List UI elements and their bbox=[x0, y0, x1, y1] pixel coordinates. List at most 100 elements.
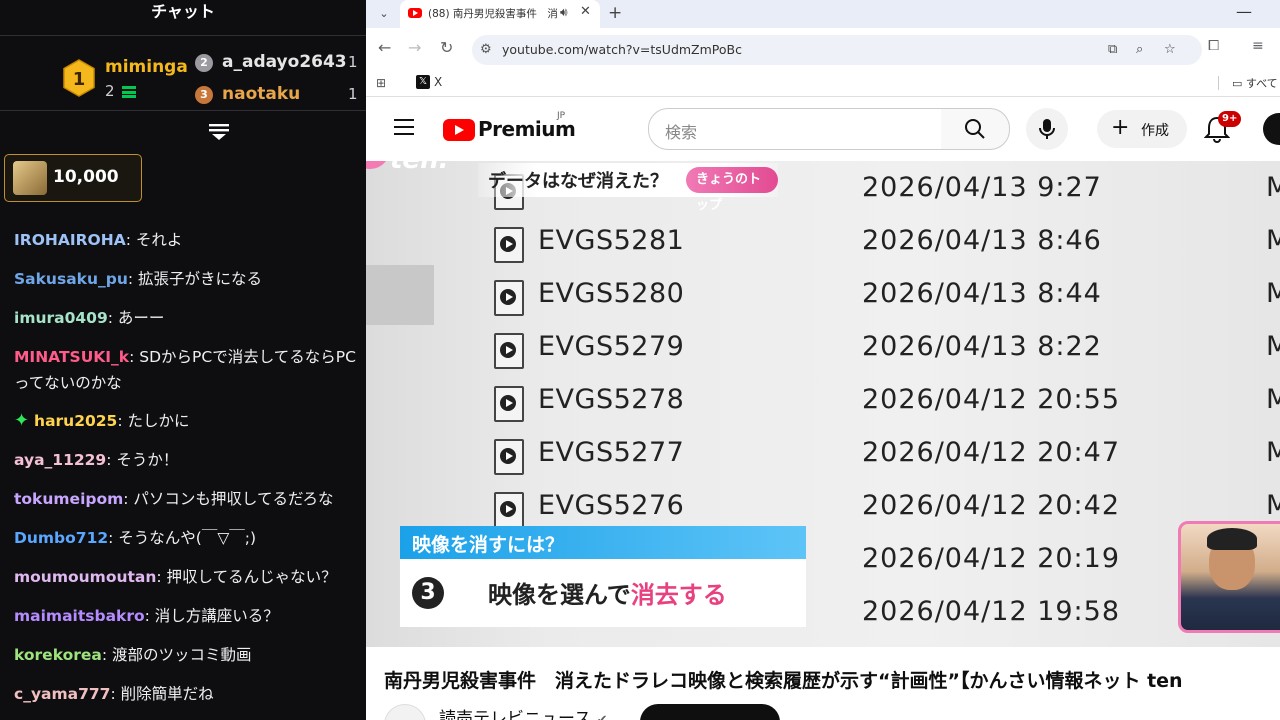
create-button[interactable]: + 作成 bbox=[1097, 110, 1187, 148]
file-date: 2026/04/13 8:44 bbox=[862, 278, 1102, 309]
leaderboard-name-2[interactable]: a_adayo2643 bbox=[222, 52, 347, 72]
chat-username[interactable]: MINATSUKI_k bbox=[14, 348, 129, 366]
reading-list-icon[interactable]: ≡ bbox=[1252, 38, 1264, 54]
tab-strip: ⌄ (88) 南丹男児殺害事件 消 🔊︎ ✕ + — bbox=[366, 0, 1280, 28]
search-button[interactable] bbox=[941, 108, 1010, 150]
chat-username[interactable]: tokumeipom bbox=[14, 490, 123, 508]
zoom-icon[interactable]: ⌕ bbox=[1136, 42, 1143, 57]
video-file-icon bbox=[494, 227, 524, 263]
extensions-icon[interactable]: ⧠ bbox=[1208, 38, 1219, 54]
all-bookmarks[interactable]: ▭ すべて bbox=[1232, 75, 1278, 91]
bookmarks-bar: ⊞ 𝕏 X ▭ すべて bbox=[366, 70, 1280, 97]
apps-grid-icon[interactable]: ⊞ bbox=[376, 76, 386, 90]
file-date: 2026/04/13 8:46 bbox=[862, 225, 1102, 256]
chat-panel: チャット 1 miminga 2 2 a_adayo2643 1 3 naota… bbox=[0, 0, 366, 720]
video-player[interactable]: ten. EVGS5282 2026/04/13 9:27 M データはなぜ消え… bbox=[366, 161, 1280, 647]
x-logo-icon[interactable]: 𝕏 bbox=[416, 75, 430, 89]
chat-text: : SDからPCで消去してるならPC bbox=[129, 348, 356, 366]
leaderboard-name-1[interactable]: miminga bbox=[105, 57, 188, 77]
reload-icon[interactable]: ↻ bbox=[440, 38, 453, 57]
tab-title: (88) 南丹男児殺害事件 消 bbox=[428, 8, 558, 20]
chat-message: tokumeipom: パソコンも押収してるだろな bbox=[14, 486, 364, 512]
chat-username[interactable]: IROHAIROHA bbox=[14, 231, 126, 249]
file-date: 2026/04/12 20:19 bbox=[862, 543, 1121, 574]
forward-icon[interactable]: → bbox=[408, 38, 421, 57]
chat-username[interactable]: moumoumoutan bbox=[14, 568, 156, 586]
ten-logo: ten. bbox=[366, 161, 448, 191]
chat-username[interactable]: Dumbo712 bbox=[14, 529, 108, 547]
video-background-block bbox=[366, 265, 434, 325]
chat-message: MINATSUKI_k: SDからPCで消去してるならPC bbox=[14, 344, 364, 370]
url-text[interactable]: youtube.com/watch?v=tsUdmZmPoBc bbox=[502, 42, 742, 57]
file-type: M bbox=[1266, 172, 1280, 203]
bookmark-x[interactable]: X bbox=[434, 75, 442, 89]
speaker-icon[interactable]: 🔊︎ bbox=[560, 5, 568, 20]
ten-logo-text: ten. bbox=[390, 161, 448, 175]
close-icon[interactable]: ✕ bbox=[580, 4, 591, 19]
back-icon[interactable]: ← bbox=[378, 38, 391, 57]
region-code: JP bbox=[557, 111, 566, 121]
chat-username[interactable]: imura0409 bbox=[14, 309, 108, 327]
folder-icon: ▭ bbox=[1232, 77, 1246, 90]
new-tab-icon[interactable]: + bbox=[608, 3, 622, 23]
subscribe-button[interactable] bbox=[640, 704, 780, 720]
account-avatar[interactable] bbox=[1263, 113, 1280, 145]
cheer-avatar bbox=[13, 161, 47, 195]
file-type: M bbox=[1266, 437, 1280, 468]
tab-list-icon[interactable]: ⌄ bbox=[374, 4, 394, 24]
file-row: EVGS5281 2026/04/13 8:46 M bbox=[494, 219, 1280, 269]
file-type: M bbox=[1266, 384, 1280, 415]
channel-name[interactable]: 読売テレビニュース ✔ bbox=[439, 704, 607, 720]
search-input[interactable]: 検索 bbox=[648, 108, 942, 150]
chat-username[interactable]: maimaitsbakro bbox=[14, 607, 145, 625]
leaderboard-score-1: 2 bbox=[105, 82, 115, 100]
voice-search-button[interactable] bbox=[1026, 108, 1068, 150]
chat-text: : 削除簡単だね bbox=[110, 685, 214, 703]
banner-text: データはなぜ消えた？ bbox=[488, 171, 668, 192]
chat-username[interactable]: korekorea bbox=[14, 646, 102, 664]
youtube-favicon-icon bbox=[408, 8, 422, 18]
leaderboard-name-3[interactable]: naotaku bbox=[222, 84, 300, 104]
file-date: 2026/04/12 20:42 bbox=[862, 490, 1121, 521]
file-name: EVGS5281 bbox=[538, 225, 685, 256]
file-date: 2026/04/12 20:47 bbox=[862, 437, 1121, 468]
file-date: 2026/04/12 19:58 bbox=[862, 596, 1121, 627]
verified-icon: ✔ bbox=[597, 713, 608, 720]
collapse-leaderboard-icon[interactable] bbox=[208, 122, 230, 142]
channel-avatar[interactable] bbox=[384, 704, 426, 720]
chat-message: ✦ haru2025: たしかに bbox=[14, 408, 364, 434]
youtube-logo-icon[interactable] bbox=[443, 119, 475, 141]
caption-text-main: 映像を選んで bbox=[488, 581, 631, 609]
file-row: EVGS5278 2026/04/12 20:55 M bbox=[494, 378, 1280, 428]
chat-username[interactable]: c_yama777 bbox=[14, 685, 110, 703]
file-name: EVGS5277 bbox=[538, 437, 685, 468]
chat-username[interactable]: haru2025 bbox=[34, 412, 117, 430]
chat-message: imura0409: あーー bbox=[14, 305, 364, 331]
bookmark-star-icon[interactable]: ☆ bbox=[1164, 42, 1176, 57]
minimize-icon[interactable]: — bbox=[1236, 2, 1252, 21]
leaderboard-score-3: 1 bbox=[348, 85, 358, 103]
tab-youtube[interactable]: (88) 南丹男児殺害事件 消 🔊︎ ✕ bbox=[400, 0, 600, 28]
bits-amount: 10,000 bbox=[53, 167, 119, 187]
divider bbox=[0, 110, 366, 111]
address-bar[interactable]: ⚙ youtube.com/watch?v=tsUdmZmPoBc ⧉ ⌕ ☆ bbox=[472, 35, 1202, 65]
video-file-icon bbox=[494, 280, 524, 316]
chat-username[interactable]: aya_11229 bbox=[14, 451, 106, 469]
create-label: 作成 bbox=[1141, 123, 1169, 139]
video-file-icon bbox=[494, 333, 524, 369]
site-info-icon[interactable]: ⚙ bbox=[480, 42, 492, 57]
file-date: 2026/04/12 20:55 bbox=[862, 384, 1121, 415]
notification-count: 9+ bbox=[1218, 111, 1242, 127]
chat-text: : パソコンも押収してるだろな bbox=[123, 490, 334, 508]
menu-icon[interactable] bbox=[394, 119, 414, 135]
bits-badge[interactable]: 10,000 bbox=[4, 154, 142, 202]
youtube-header: Premium JP 検索 + 作成 9+ bbox=[366, 97, 1280, 161]
video-title: 南丹男児殺害事件 消えたドラレコ映像と検索履歴が示す“計画性”【かんさい情報ネッ… bbox=[384, 670, 1183, 692]
topic-banner: データはなぜ消えた？ きょうのトップ bbox=[478, 163, 778, 213]
chat-username[interactable]: Sakusaku_pu bbox=[14, 270, 128, 288]
file-type: M bbox=[1266, 331, 1280, 362]
caption-body: 3 映像を選んで消去する bbox=[400, 559, 806, 627]
install-icon[interactable]: ⧉ bbox=[1108, 42, 1117, 57]
file-row: EVGS5277 2026/04/12 20:47 M bbox=[494, 431, 1280, 481]
divider bbox=[1218, 76, 1219, 90]
